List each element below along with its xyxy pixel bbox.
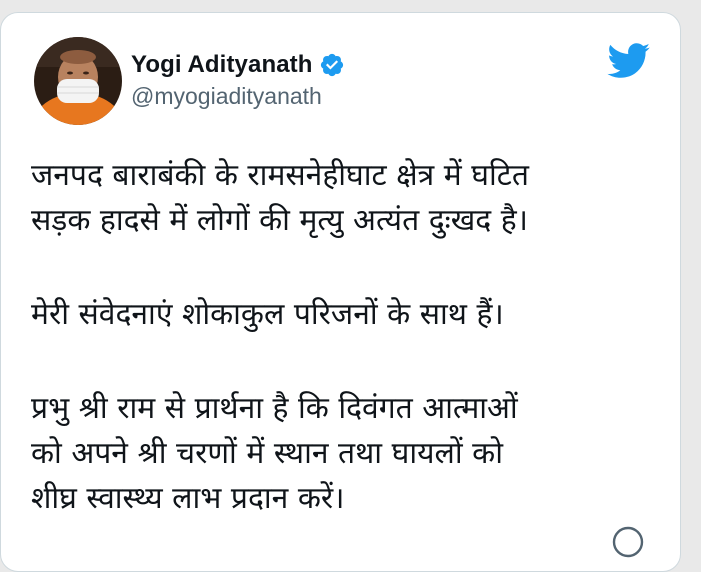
user-handle[interactable]: @myogiadityanath bbox=[131, 83, 345, 110]
tweet-line: को अपने श्री चरणों में स्थान तथा घायलों … bbox=[31, 436, 503, 471]
tweet-card: Yogi Adityanath @myogiadityanath जनपद बा… bbox=[0, 12, 681, 572]
author-block: Yogi Adityanath @myogiadityanath bbox=[131, 49, 345, 110]
name-row: Yogi Adityanath bbox=[131, 49, 345, 81]
tweet-line: जनपद बाराबंकी के रामसनेहीघाट क्षेत्र में… bbox=[31, 158, 529, 193]
avatar[interactable] bbox=[34, 37, 122, 125]
profile-photo bbox=[34, 37, 122, 125]
twitter-bird-icon[interactable] bbox=[607, 43, 651, 79]
tweet-text: जनपद बाराबंकी के रामसनेहीघाट क्षेत्र में… bbox=[31, 153, 671, 521]
info-icon[interactable] bbox=[611, 525, 645, 559]
tweet-line: शीघ्र स्वास्थ्य लाभ प्रदान करें। bbox=[31, 481, 345, 516]
tweet-line: प्रभु श्री राम से प्रार्थना है कि दिवंगत… bbox=[31, 391, 518, 426]
display-name[interactable]: Yogi Adityanath bbox=[131, 51, 313, 79]
tweet-line: सड़क हादसे में लोगों की मृत्यु अत्यंत दु… bbox=[31, 203, 529, 238]
tweet-line: मेरी संवेदनाएं शोकाकुल परिजनों के साथ है… bbox=[31, 297, 504, 332]
verified-badge-icon bbox=[319, 52, 345, 78]
